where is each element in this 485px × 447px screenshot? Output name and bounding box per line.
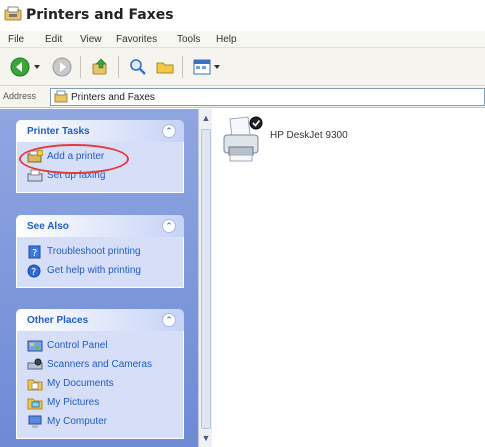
address-value: Printers and Faxes (71, 92, 155, 103)
search-icon[interactable] (128, 57, 148, 77)
address-bar: Address Printers and Faxes (0, 86, 485, 108)
task-label: Scanners and Cameras (47, 359, 153, 370)
title-bar: Printers and Faxes (0, 0, 485, 31)
toolbar-separator (80, 56, 81, 78)
views-icon[interactable] (192, 57, 212, 77)
pictures-folder-icon (27, 398, 43, 410)
printer-name: HP DeskJet 9300 (270, 130, 348, 141)
toolbar (0, 48, 485, 86)
menu-bar: File Edit View Favorites Tools Help (0, 31, 485, 48)
up-folder-icon[interactable] (90, 57, 110, 77)
scrollbar-thumb[interactable] (201, 129, 211, 429)
scanners-cameras-link[interactable]: Scanners and Cameras (27, 356, 173, 375)
window-title: Printers and Faxes (26, 7, 174, 23)
computer-icon (28, 415, 42, 428)
other-places-panel: Other Places ⌃ Control Panel Scanners an… (16, 309, 184, 439)
highlight-ring (19, 144, 129, 174)
printer-icon (223, 116, 263, 162)
documents-folder-icon (27, 379, 43, 391)
scanner-icon (27, 358, 43, 370)
task-label: Get help with printing (47, 265, 141, 276)
scroll-down-arrow-icon[interactable]: ▼ (201, 432, 211, 444)
printers-list: HP DeskJet 9300 (212, 109, 485, 447)
views-dropdown-caret[interactable] (214, 65, 220, 69)
troubleshoot-icon: ? (28, 245, 41, 259)
panel-title: Other Places (27, 315, 89, 326)
forward-icon[interactable] (52, 57, 72, 77)
menu-edit[interactable]: Edit (45, 34, 62, 45)
my-pictures-link[interactable]: My Pictures (27, 394, 173, 413)
task-label: Control Panel (47, 340, 108, 351)
troubleshoot-printing-link[interactable]: ? Troubleshoot printing (27, 243, 173, 262)
collapse-icon[interactable]: ⌃ (162, 313, 176, 327)
address-label: Address (3, 91, 37, 101)
see-also-header[interactable]: See Also ⌃ (16, 215, 184, 237)
menu-view[interactable]: View (80, 34, 102, 45)
address-input[interactable]: Printers and Faxes (50, 88, 485, 106)
collapse-icon[interactable]: ⌃ (162, 124, 176, 138)
toolbar-separator (182, 56, 183, 78)
scroll-up-arrow-icon[interactable]: ▲ (201, 112, 211, 124)
printer-tasks-header[interactable]: Printer Tasks ⌃ (16, 120, 184, 142)
panel-title: See Also (27, 221, 69, 232)
printers-folder-icon (54, 90, 68, 103)
menu-file[interactable]: File (8, 34, 24, 45)
get-help-printing-link[interactable]: ? Get help with printing (27, 262, 173, 281)
collapse-icon[interactable]: ⌃ (162, 219, 176, 233)
menu-help[interactable]: Help (216, 34, 237, 45)
printers-folder-icon (4, 6, 22, 21)
see-also-panel: See Also ⌃ ? Troubleshoot printing ? Get… (16, 215, 184, 288)
menu-favorites[interactable]: Favorites (116, 34, 157, 45)
other-places-header[interactable]: Other Places ⌃ (16, 309, 184, 331)
task-label: My Computer (47, 416, 108, 427)
panel-title: Printer Tasks (27, 126, 90, 137)
control-panel-icon (27, 340, 43, 352)
task-label: Troubleshoot printing (47, 246, 141, 257)
svg-text:?: ? (31, 267, 36, 278)
control-panel-link[interactable]: Control Panel (27, 337, 173, 356)
folders-icon[interactable] (155, 57, 175, 77)
svg-text:?: ? (32, 248, 37, 259)
my-computer-link[interactable]: My Computer (27, 413, 173, 432)
back-icon[interactable] (10, 57, 30, 77)
task-pane-scrollbar[interactable]: ▲ ▼ (198, 109, 212, 447)
help-icon: ? (27, 264, 41, 278)
task-label: My Pictures (47, 397, 100, 408)
task-label: My Documents (47, 378, 114, 389)
back-dropdown-caret[interactable] (34, 65, 40, 69)
toolbar-separator (118, 56, 119, 78)
menu-tools[interactable]: Tools (177, 34, 200, 45)
my-documents-link[interactable]: My Documents (27, 375, 173, 394)
